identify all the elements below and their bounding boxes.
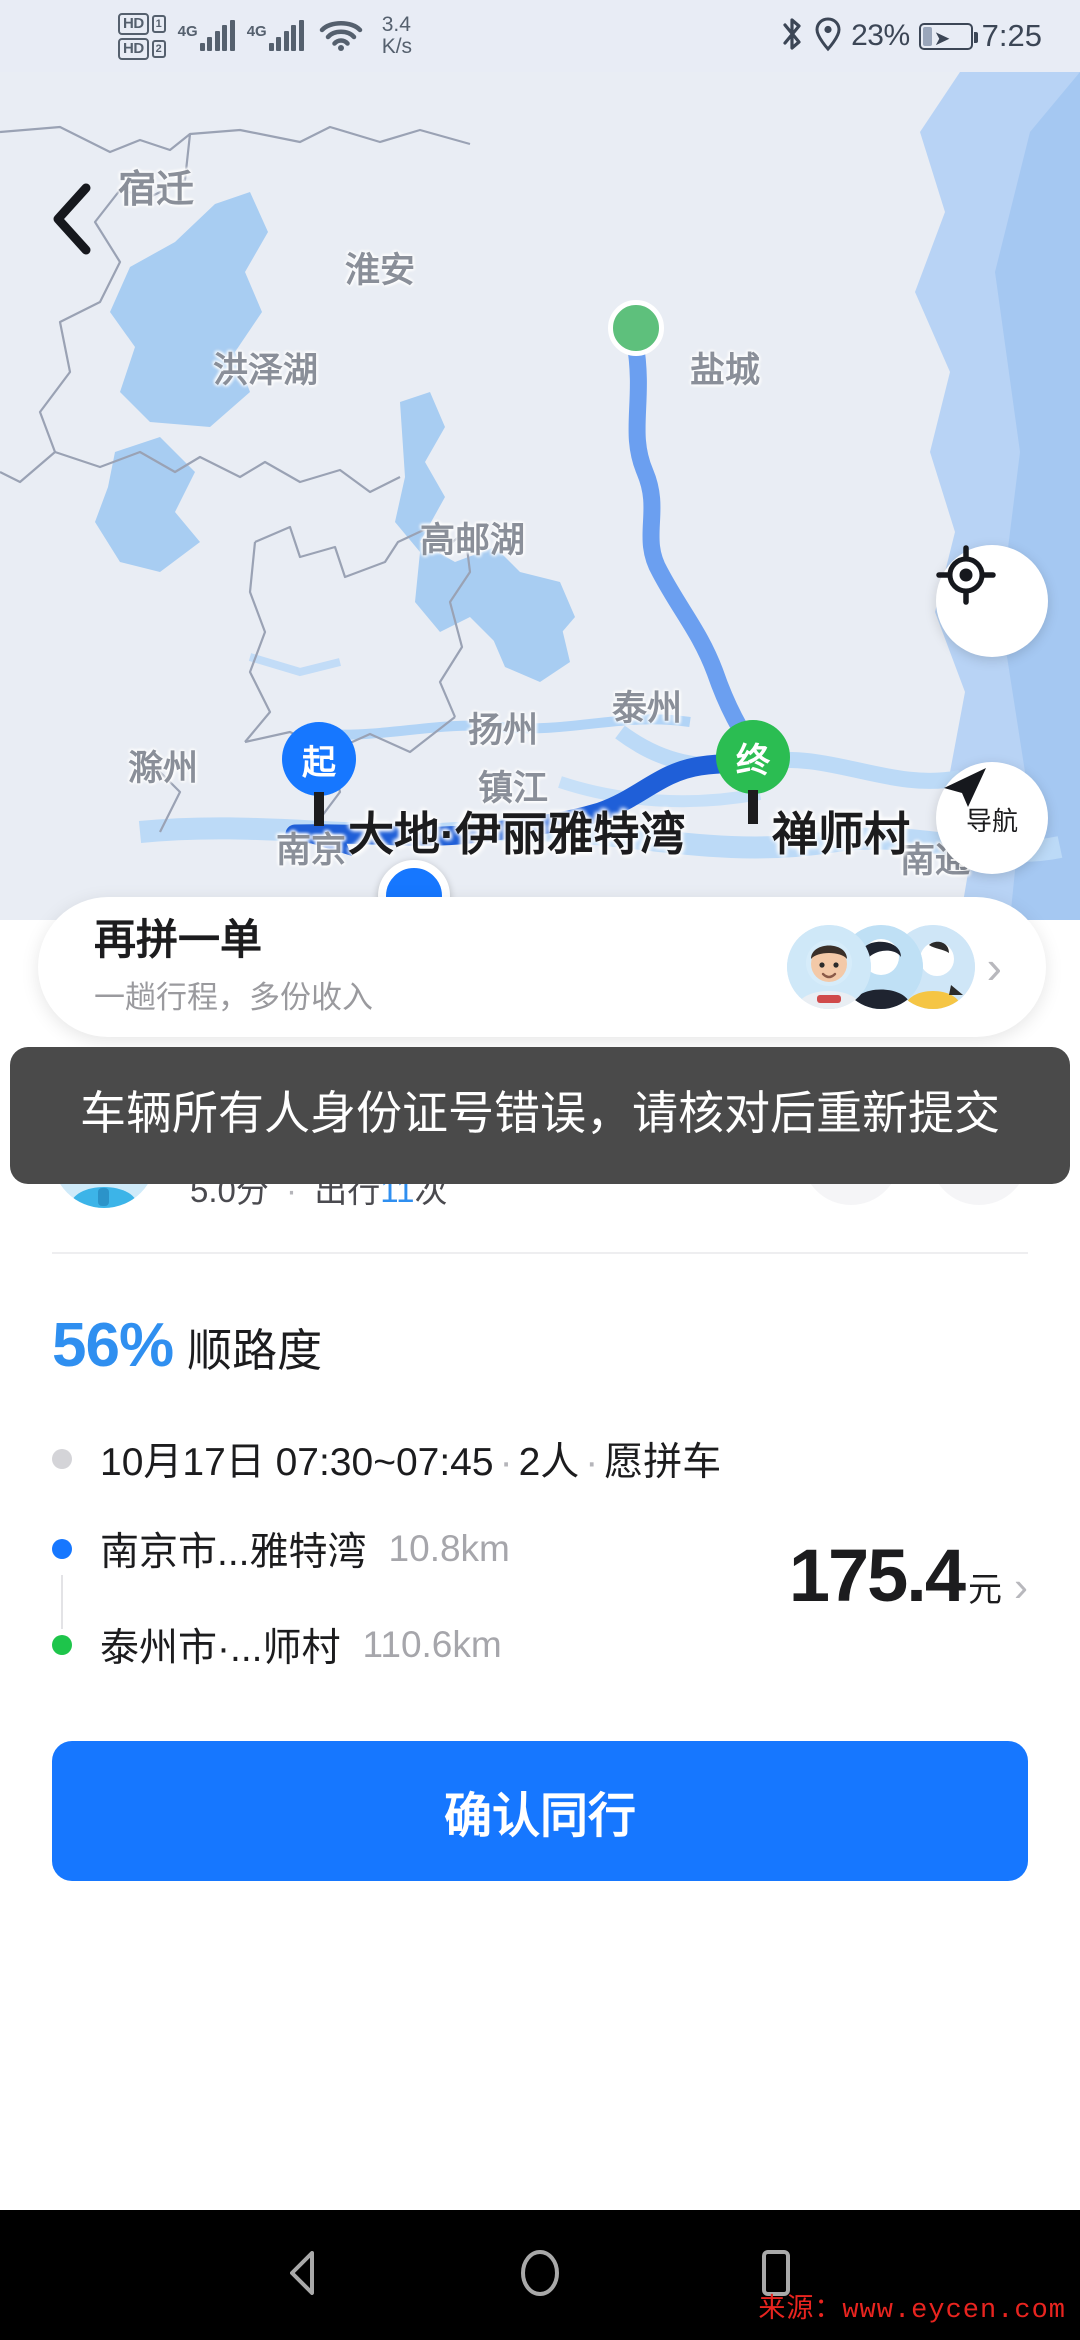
avatar-1	[787, 925, 871, 1009]
map-label-chuzhou: 滁州	[128, 740, 198, 791]
sim-number-2: 2	[152, 40, 166, 58]
map-label-yancheng: 盐城	[690, 342, 760, 393]
status-bar-left: HD 1 HD 2 4G 4G	[118, 13, 412, 60]
trip-passengers: 2人	[519, 1441, 580, 1484]
trip-destination-line: 泰州市·...师村 110.6km	[52, 1611, 789, 1679]
map-label-nanjing: 南京	[276, 822, 346, 873]
map-label-huaian: 淮安	[345, 242, 415, 293]
map-marker-end[interactable]: 终	[716, 720, 790, 794]
route-match-row: 56% 顺路度	[0, 1254, 1080, 1381]
origin-distance: 10.8km	[389, 1528, 510, 1570]
battery-charging-icon: ➤	[919, 23, 973, 50]
map-view[interactable]: 宿迁 淮安 洪泽湖 盐城 高邮湖 扬州 泰州 滁州 镇江 南京 南通 起 终 大…	[0, 72, 1080, 920]
trip-sep-2: ·	[585, 1441, 598, 1484]
carpool-promo-card[interactable]: 再拼一单 一趟行程，多份收入	[38, 897, 1046, 1037]
locate-me-button[interactable]	[936, 545, 1048, 657]
signal-bars-2-icon	[269, 21, 304, 51]
sim1-row: HD 1	[118, 13, 166, 35]
navigate-button[interactable]: 导航	[936, 762, 1048, 874]
trip-lines: 10月17日 07:30~07:45·2人·愿拼车 南京市...雅特湾 10.8…	[52, 1425, 789, 1679]
status-bar-right: 23% ➤ 7:25	[779, 16, 1042, 57]
map-waypoint-dot	[608, 300, 664, 356]
trip-summary[interactable]: 10月17日 07:30~07:45·2人·愿拼车 南京市...雅特湾 10.8…	[0, 1381, 1080, 1679]
trip-carpool-pref: 愿拼车	[604, 1441, 721, 1484]
trip-price-unit: 元	[968, 1562, 1002, 1611]
clock: 7:25	[982, 18, 1042, 54]
nav-home-icon[interactable]	[512, 2245, 568, 2306]
network-speed-unit: K/s	[382, 36, 412, 58]
promo-avatar-group	[787, 925, 977, 1009]
origin-suffix: 雅特湾	[250, 1531, 367, 1574]
error-toast-message: 车辆所有人身份证号错误，请核对后重新提交	[50, 1083, 1030, 1144]
promo-text-block: 再拼一单 一趟行程，多份收入	[94, 917, 787, 1016]
map-label-yangzhou: 扬州	[468, 702, 538, 753]
phone-screen: HD 1 HD 2 4G 4G	[0, 0, 1080, 2340]
trip-schedule-line: 10月17日 07:30~07:45·2人·愿拼车	[52, 1425, 789, 1493]
sim-number-1: 1	[152, 15, 166, 33]
confirm-ride-button[interactable]: 确认同行	[52, 1741, 1028, 1881]
cta-container: 确认同行	[0, 1679, 1080, 1881]
error-toast: 车辆所有人身份证号错误，请核对后重新提交	[10, 1047, 1070, 1184]
trip-datetime: 10月17日 07:30~07:45	[100, 1441, 494, 1484]
signal-group-2: 4G	[247, 21, 304, 51]
hd-icon-2: HD	[118, 38, 149, 60]
trip-price-value: 175.4	[789, 1533, 964, 1618]
route-connector-line	[61, 1575, 63, 1629]
price-chevron-right-icon: ›	[1014, 1563, 1028, 1611]
network-type-1: 4G	[178, 23, 198, 40]
origin-ellipsis: ...	[217, 1531, 250, 1574]
trip-origin-text: 南京市...雅特湾	[100, 1521, 367, 1577]
trip-sep-1: ·	[500, 1441, 513, 1484]
promo-chevron-right-icon: ›	[987, 944, 1002, 990]
destination-prefix: 泰州市·	[100, 1627, 230, 1670]
signal-group-1: 4G	[178, 21, 235, 51]
trip-grid: 10月17日 07:30~07:45·2人·愿拼车 南京市...雅特湾 10.8…	[52, 1425, 1028, 1679]
dual-sim-indicator: HD 1 HD 2	[118, 13, 166, 60]
trip-schedule-text: 10月17日 07:30~07:45·2人·愿拼车	[100, 1431, 721, 1487]
destination-suffix: 师村	[263, 1627, 341, 1670]
promo-subtitle: 一趟行程，多份收入	[94, 972, 787, 1017]
status-bar: HD 1 HD 2 4G 4G	[0, 0, 1080, 72]
route-match-percent: 56%	[52, 1310, 173, 1381]
destination-dot-icon	[52, 1635, 72, 1655]
trip-destination-text: 泰州市·...师村	[100, 1617, 341, 1673]
map-label-suqian: 宿迁	[118, 158, 194, 213]
ride-detail-sheet: 尾号4859 5.0分 · 出行11次	[0, 1040, 1080, 2207]
map-poi-end-label: 禅师村	[772, 798, 910, 864]
source-watermark: 来源：www.eycen.com	[758, 2286, 1066, 2326]
signal-bars-1-icon	[200, 21, 235, 51]
sim2-row: HD 2	[118, 38, 166, 60]
route-match-label: 顺路度	[187, 1314, 322, 1379]
network-speed: 3.4 K/s	[382, 14, 412, 58]
map-marker-start[interactable]: 起	[282, 722, 356, 796]
map-label-taizhou: 泰州	[612, 680, 682, 731]
bluetooth-icon	[779, 16, 805, 57]
origin-dot-icon	[52, 1539, 72, 1559]
origin-prefix: 南京市	[100, 1531, 217, 1574]
trip-price-block[interactable]: 175.4 元 ›	[789, 1533, 1028, 1618]
wifi-icon	[318, 16, 364, 57]
map-label-hongzehu: 洪泽湖	[213, 342, 318, 393]
location-icon	[814, 16, 842, 57]
map-label-gaoyouhu: 高邮湖	[420, 512, 525, 563]
battery-percent: 23%	[851, 19, 910, 53]
destination-ellipsis: ...	[230, 1627, 263, 1670]
hd-icon-1: HD	[118, 13, 149, 35]
nav-back-icon[interactable]	[276, 2245, 332, 2306]
map-poi-start-label: 大地·伊丽雅特湾	[348, 798, 685, 864]
schedule-dot-icon	[52, 1449, 72, 1469]
network-speed-value: 3.4	[382, 14, 411, 36]
destination-distance: 110.6km	[363, 1624, 502, 1666]
trip-origin-line: 南京市...雅特湾 10.8km	[52, 1515, 789, 1583]
network-type-2: 4G	[247, 23, 267, 40]
promo-title: 再拼一单	[94, 917, 787, 963]
